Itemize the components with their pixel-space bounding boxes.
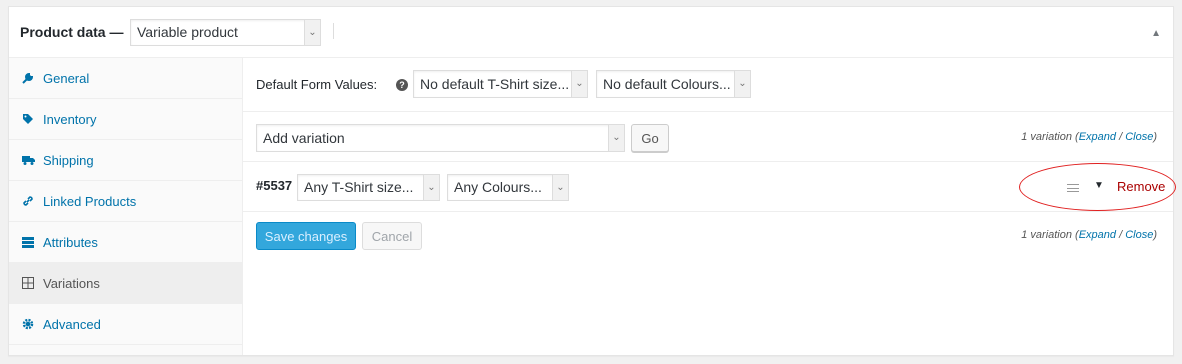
variation-tshirt-size-value: Any T-Shirt size... (304, 179, 414, 195)
tab-inventory[interactable]: Inventory (9, 99, 242, 140)
close-link[interactable]: Close (1125, 229, 1153, 241)
panel-header: Product data — Variable product ⌄ ▲ (9, 7, 1173, 58)
chevron-down-icon: ⌄ (571, 71, 587, 97)
link-icon (21, 195, 35, 207)
chevron-down-icon: ⌄ (552, 175, 568, 200)
variation-count-text: 1 variation ( (1021, 229, 1079, 241)
tag-icon (21, 113, 35, 125)
paren-end: ) (1153, 229, 1157, 241)
annotation-ellipse (1019, 163, 1176, 211)
tab-label: Inventory (43, 111, 97, 127)
expand-link[interactable]: Expand (1079, 131, 1116, 143)
tab-label: General (43, 70, 90, 86)
default-tshirt-size-value: No default T-Shirt size... (420, 76, 570, 92)
slash: / (1116, 229, 1126, 241)
tab-label: Attributes (43, 234, 98, 250)
expand-link[interactable]: Expand (1079, 229, 1116, 241)
header-separator (333, 23, 334, 39)
variation-count: 1 variation (Expand / Close) (1021, 229, 1157, 241)
product-data-panel: Product data — Variable product ⌄ ▲ Gene… (8, 6, 1174, 356)
save-changes-button[interactable]: Save changes (256, 222, 356, 250)
tab-shipping[interactable]: Shipping (9, 140, 242, 181)
tab-label: Advanced (43, 316, 101, 332)
help-icon[interactable]: ? (396, 79, 408, 91)
chevron-down-icon: ⌄ (734, 71, 750, 97)
add-variation-value: Add variation (263, 130, 345, 146)
product-type-select[interactable]: Variable product ⌄ (130, 19, 321, 46)
chevron-down-icon: ⌄ (304, 20, 320, 45)
gear-icon (21, 318, 35, 330)
tab-label: Shipping (43, 152, 94, 168)
add-variation-row: Add variation ⌄ Go 1 variation (Expand /… (243, 112, 1173, 162)
truck-icon (21, 155, 35, 165)
add-variation-select[interactable]: Add variation ⌄ (256, 124, 625, 152)
tab-label: Linked Products (43, 193, 137, 209)
tab-variations[interactable]: Variations (9, 263, 242, 304)
product-data-tabs: General Inventory Shipping Linked Produc… (9, 58, 243, 355)
variation-colours-value: Any Colours... (454, 179, 542, 195)
grid-icon (21, 277, 35, 289)
chevron-down-icon: ⌄ (423, 175, 439, 200)
default-tshirt-size-select[interactable]: No default T-Shirt size... ⌄ (413, 70, 588, 98)
close-link[interactable]: Close (1125, 131, 1153, 143)
cancel-button[interactable]: Cancel (362, 222, 422, 250)
tab-linked-products[interactable]: Linked Products (9, 181, 242, 222)
variation-id: #5537 (256, 178, 293, 193)
variation-colours-select[interactable]: Any Colours... ⌄ (447, 174, 569, 201)
paren-end: ) (1153, 131, 1157, 143)
list-icon (21, 236, 35, 248)
chevron-down-icon: ⌄ (608, 125, 624, 151)
tab-label: Variations (43, 275, 100, 291)
variation-count: 1 variation (Expand / Close) (1021, 131, 1157, 143)
default-form-values-label: Default Form Values: (256, 77, 378, 92)
slash: / (1116, 131, 1126, 143)
go-button[interactable]: Go (631, 124, 669, 152)
collapse-arrow-icon[interactable]: ▲ (1151, 28, 1161, 39)
default-colours-value: No default Colours... (603, 76, 731, 92)
default-colours-select[interactable]: No default Colours... ⌄ (596, 70, 751, 98)
variations-footer: Save changes Cancel 1 variation (Expand … (243, 212, 1173, 264)
tab-advanced[interactable]: Advanced (9, 304, 242, 345)
variation-tshirt-size-select[interactable]: Any T-Shirt size... ⌄ (297, 174, 440, 201)
product-type-value: Variable product (137, 24, 238, 40)
tab-general[interactable]: General (9, 58, 242, 99)
wrench-icon (21, 72, 35, 84)
panel-title: Product data — (20, 24, 124, 40)
tab-attributes[interactable]: Attributes (9, 222, 242, 263)
variation-count-text: 1 variation ( (1021, 131, 1079, 143)
default-form-values-row: Default Form Values: ? No default T-Shir… (243, 58, 1173, 112)
